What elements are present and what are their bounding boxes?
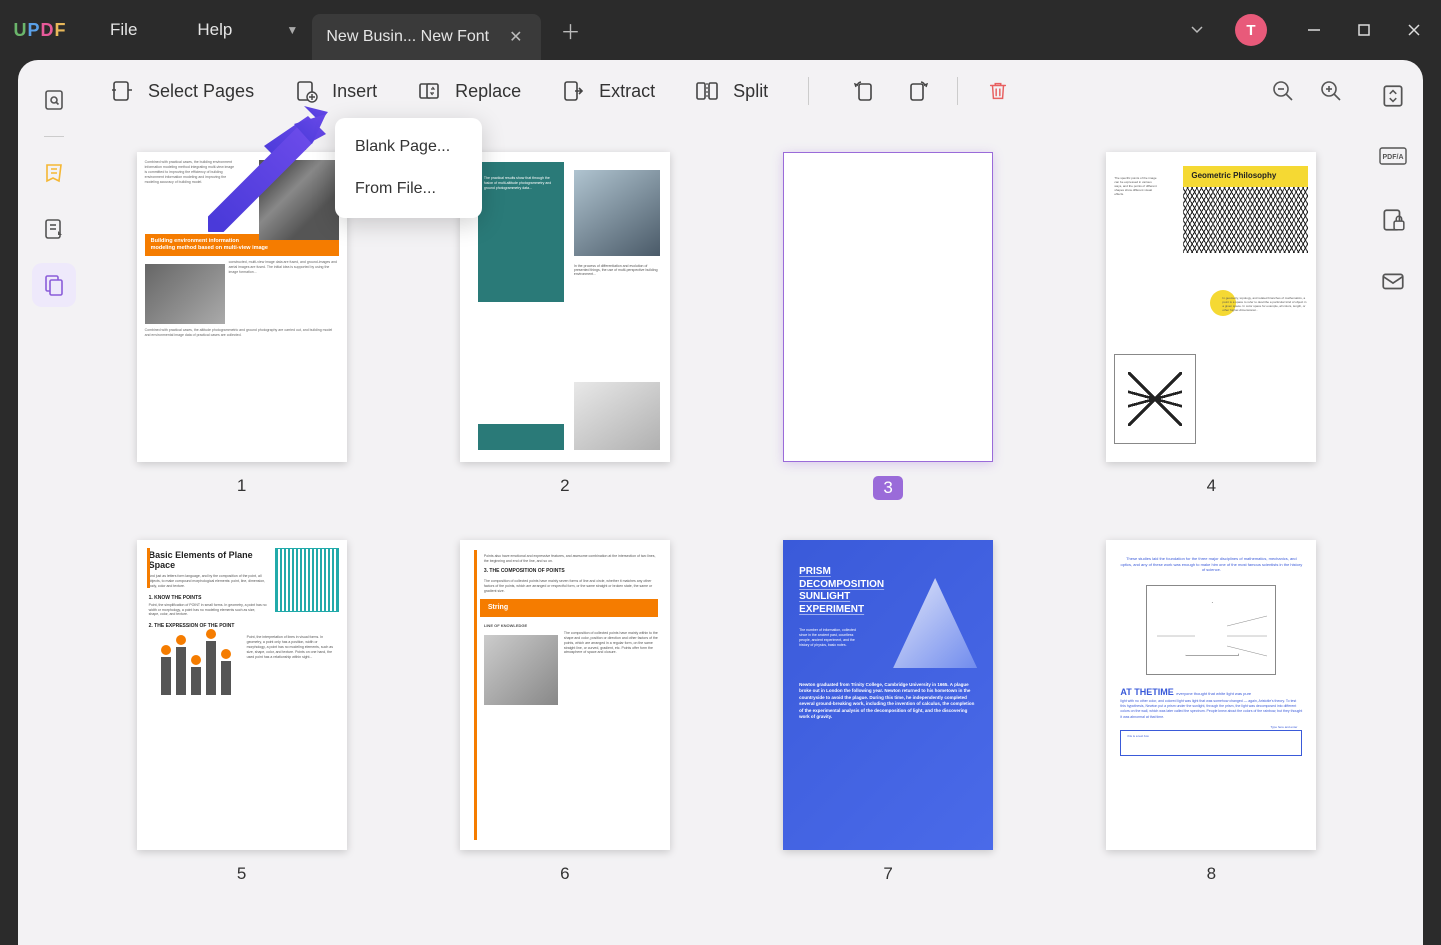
extract-button[interactable]: Extract: [561, 79, 655, 103]
main-area: Select Pages Insert Replace Extract: [90, 60, 1363, 945]
zoom-out-button[interactable]: [1271, 79, 1295, 103]
svg-text:PDF/A: PDF/A: [1383, 154, 1404, 161]
page-thumbnail-6[interactable]: Points also have emotional and expressiv…: [460, 540, 670, 850]
page-thumbnail-2[interactable]: The practical results show that through …: [460, 152, 670, 462]
left-sidebar: [18, 60, 90, 945]
page8-box-tr: Type here and enter: [1271, 725, 1298, 729]
rotate-right-button[interactable]: [905, 79, 929, 103]
reader-mode-icon[interactable]: [32, 78, 76, 122]
share-icon[interactable]: [1377, 266, 1409, 298]
page-thumbnail-1[interactable]: Combined with practical cases, the build…: [137, 152, 347, 462]
extract-label: Extract: [599, 81, 655, 102]
page-number: 5: [237, 864, 246, 884]
page5-sub2: 2. THE EXPRESSION OF THE POINT: [137, 617, 347, 631]
organize-pages-icon[interactable]: [32, 263, 76, 307]
page-toolbar: Select Pages Insert Replace Extract: [90, 60, 1363, 122]
separator: [808, 77, 809, 105]
replace-icon: [417, 79, 441, 103]
page8-box-bl: this is a text box: [1127, 734, 1149, 738]
tab-list-dropdown-icon[interactable]: ▼: [272, 10, 312, 50]
page-thumbnail-7[interactable]: PRISM DECOMPOSITION SUNLIGHT EXPERIMENT …: [783, 540, 993, 850]
menu-help[interactable]: Help: [167, 20, 262, 40]
close-icon[interactable]: ✕: [505, 23, 526, 51]
edit-mode-icon[interactable]: [32, 207, 76, 251]
app-logo: UPDF: [0, 20, 80, 41]
rotate-left-button[interactable]: [853, 79, 877, 103]
page-number: 1: [237, 476, 246, 496]
page8-title: AT THETIME: [1120, 687, 1173, 697]
minimize-button[interactable]: [1307, 23, 1321, 37]
page-number: 6: [560, 864, 569, 884]
insert-label: Insert: [332, 81, 377, 102]
split-label: Split: [733, 81, 768, 102]
tab-title: New Busin... New Font: [326, 28, 489, 46]
insert-from-file[interactable]: From File...: [335, 168, 482, 210]
separator: [957, 77, 958, 105]
page-number: 3: [873, 476, 902, 500]
select-pages-button[interactable]: Select Pages: [110, 79, 254, 103]
insert-dropdown: Blank Page... From File...: [335, 118, 482, 218]
right-sidebar: PDF/A: [1363, 60, 1423, 945]
tab-bar: ▼ New Busin... New Font ✕ ＋: [272, 0, 590, 60]
comment-mode-icon[interactable]: [32, 151, 76, 195]
convert-icon[interactable]: [1377, 80, 1409, 112]
page-thumbnail-5[interactable]: Basic Elements of Plane Space And just a…: [137, 540, 347, 850]
page-number: 2: [560, 476, 569, 496]
avatar[interactable]: T: [1235, 14, 1267, 46]
app-body: Select Pages Insert Replace Extract: [18, 60, 1423, 945]
page6-sub2: LINE OF KNOWLEDGE: [484, 623, 658, 629]
page6-callout: String: [480, 599, 658, 617]
thumbnail-grid: Combined with practical cases, the build…: [90, 122, 1363, 945]
page-number: 8: [1207, 864, 1216, 884]
maximize-button[interactable]: [1357, 23, 1371, 37]
close-button[interactable]: [1407, 23, 1421, 37]
page-thumbnail-3[interactable]: [783, 152, 993, 462]
pdfa-icon[interactable]: PDF/A: [1377, 142, 1409, 174]
split-button[interactable]: Split: [695, 79, 768, 103]
document-tab[interactable]: New Busin... New Font ✕: [312, 14, 540, 60]
insert-button[interactable]: Insert: [294, 79, 377, 103]
extract-icon: [561, 79, 585, 103]
select-pages-icon: [110, 79, 134, 103]
replace-label: Replace: [455, 81, 521, 102]
page-number: 4: [1207, 476, 1216, 496]
page-thumbnail-4[interactable]: The specific points of the image can be …: [1106, 152, 1316, 462]
page4-heading: Geometric Philosophy: [1183, 166, 1308, 187]
title-bar: UPDF File Help ▼ New Busin... New Font ✕…: [0, 0, 1441, 60]
page8-top: These studies laid the foundation for th…: [1106, 540, 1316, 579]
page-number: 7: [883, 864, 892, 884]
chevron-down-icon[interactable]: [1189, 21, 1205, 40]
split-icon: [695, 79, 719, 103]
replace-button[interactable]: Replace: [417, 79, 521, 103]
select-pages-label: Select Pages: [148, 81, 254, 102]
page6-sub1: 3. THE COMPOSITION OF POINTS: [484, 568, 658, 575]
separator: [44, 136, 64, 137]
page7-title: PRISM DECOMPOSITION SUNLIGHT EXPERIMENT: [783, 540, 903, 624]
protect-icon[interactable]: [1377, 204, 1409, 236]
insert-icon: [294, 79, 318, 103]
zoom-in-button[interactable]: [1319, 79, 1343, 103]
page-thumbnail-8[interactable]: These studies laid the foundation for th…: [1106, 540, 1316, 850]
delete-button[interactable]: [986, 79, 1010, 103]
new-tab-button[interactable]: ＋: [551, 10, 591, 50]
menu-file[interactable]: File: [80, 20, 167, 40]
insert-blank-page[interactable]: Blank Page...: [335, 126, 482, 168]
